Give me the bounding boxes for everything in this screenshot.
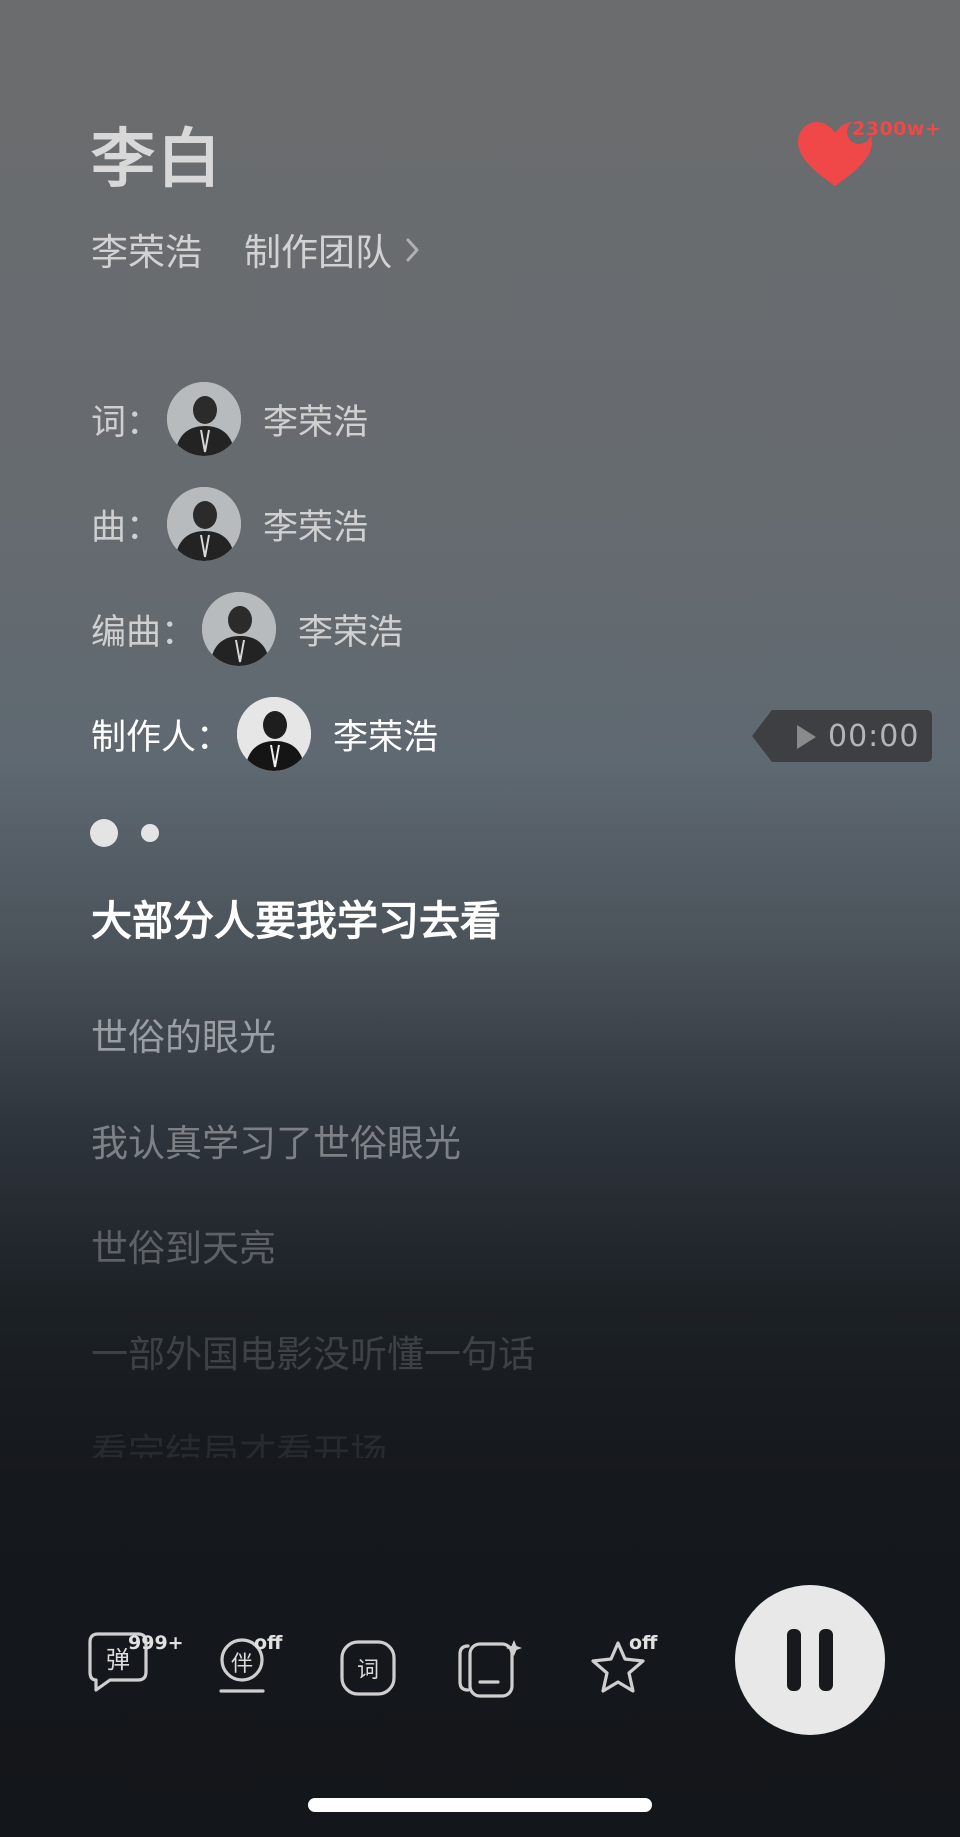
- song-title: 李白: [91, 123, 223, 197]
- artist-link[interactable]: 李荣浩: [91, 228, 202, 278]
- credit-name[interactable]: 李荣浩: [263, 394, 368, 445]
- avatar[interactable]: [167, 487, 242, 561]
- danmaku-count-badge: 999+: [128, 1632, 184, 1654]
- avatar[interactable]: [237, 697, 312, 771]
- lyric-line[interactable]: 看完结局才看开场: [91, 1428, 387, 1458]
- heart-icon: [796, 120, 874, 194]
- page-indicator-dot-active: [90, 819, 118, 847]
- image-sparkle-icon: [458, 1640, 522, 1698]
- chevron-right-icon: [404, 228, 422, 278]
- lyrics-label: 词: [356, 1658, 379, 1683]
- home-indicator[interactable]: [308, 1798, 652, 1812]
- avatar[interactable]: [202, 592, 277, 666]
- lyric-line[interactable]: 世俗的眼光: [91, 1013, 276, 1063]
- play-icon: [795, 724, 817, 754]
- credit-label: 词：: [91, 402, 162, 443]
- credit-name[interactable]: 李荣浩: [298, 604, 403, 655]
- lyrics-button[interactable]: 词: [340, 1640, 420, 1720]
- credit-label: 制作人：: [91, 717, 232, 758]
- lyric-line[interactable]: 我认真学习了世俗眼光: [91, 1119, 461, 1169]
- page-indicator-dot: [141, 824, 159, 842]
- credit-lyricist: 词： 李荣浩: [91, 381, 368, 457]
- avatar[interactable]: [167, 382, 242, 456]
- credit-composer: 曲： 李荣浩: [91, 486, 368, 562]
- poster-button[interactable]: [458, 1638, 538, 1718]
- credit-arranger: 编曲： 李荣浩: [91, 591, 403, 667]
- lyric-line[interactable]: 一部外国电影没听懂一句话: [91, 1330, 535, 1380]
- credit-producer: 制作人： 李荣浩: [91, 696, 438, 772]
- credit-name[interactable]: 李荣浩: [263, 499, 368, 550]
- credit-label: 编曲：: [91, 612, 197, 653]
- like-count: 2300w+: [852, 118, 942, 140]
- pause-button[interactable]: [735, 1585, 885, 1735]
- favorite-state-badge: off: [629, 1632, 658, 1654]
- pause-icon: [787, 1629, 833, 1691]
- credit-name[interactable]: 李荣浩: [333, 709, 438, 760]
- accompany-state-badge: off: [254, 1632, 283, 1654]
- song-subtitle: 李荣浩 制作团队: [91, 228, 422, 278]
- production-team-link[interactable]: 制作团队: [244, 228, 392, 278]
- credit-label: 曲：: [91, 507, 162, 548]
- lyric-current-line[interactable]: 大部分人要我学习去看: [91, 896, 501, 946]
- lyric-line[interactable]: 世俗到天亮: [91, 1224, 276, 1274]
- time-label: 00:00: [828, 719, 920, 754]
